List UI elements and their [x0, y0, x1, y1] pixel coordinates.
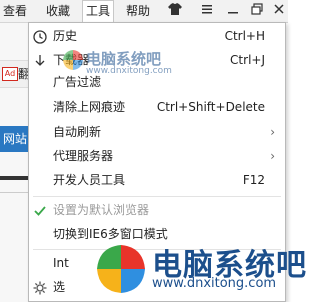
check-icon [33, 203, 47, 217]
clock-icon [33, 29, 47, 44]
menu-item-label: 清除上网痕迹 [53, 100, 126, 114]
menu-view[interactable]: 查看 [0, 0, 30, 22]
shirt-icon[interactable] [164, 2, 186, 20]
watermark-logo [95, 243, 147, 295]
menu-bar: 查看 收藏 工具 帮助 [0, 0, 288, 23]
menu-item-label: 切换到IE6多窗口模式 [53, 227, 168, 241]
gear-icon [33, 280, 47, 295]
menu-help[interactable]: 帮助 [122, 0, 154, 22]
menu-item-label: 自动刷新 [53, 125, 102, 139]
close-icon[interactable] [268, 2, 290, 20]
menu-item-shortcut: F12 [242, 173, 265, 187]
menu-item-label: 选 [53, 280, 66, 294]
menu-item-label: 设置为默认浏览器 [53, 203, 150, 217]
menu-item-shortcut: Ctrl+H [224, 29, 265, 43]
watermark-logo-small [62, 49, 84, 71]
menu-toggle-icon[interactable] [196, 2, 218, 20]
page-divider [0, 192, 30, 193]
chevron-right-icon: › [270, 149, 275, 163]
menu-favorites[interactable]: 收藏 [40, 0, 76, 22]
menu-tools[interactable]: 工具 [82, 0, 114, 22]
menu-item-shortcut: Ctrl+Shift+Delete [156, 100, 265, 114]
menu-item-clear-traces[interactable]: 清除上网痕迹 Ctrl+Shift+Delete [29, 96, 285, 118]
watermark-url: www.dnxitong.com [152, 276, 277, 291]
minimize-icon[interactable] [222, 2, 244, 20]
site-nav-banner[interactable]: 网站 [0, 126, 30, 152]
menu-item-label: 代理服务器 [53, 149, 114, 163]
menu-item-proxy-server[interactable]: 代理服务器 › [29, 145, 285, 167]
menu-item-history[interactable]: 历史 Ctrl+H [29, 25, 285, 47]
restore-icon[interactable] [246, 2, 268, 20]
menu-item-label: 开发人员工具 [53, 173, 126, 187]
menu-item-label: Int [53, 256, 69, 270]
chevron-right-icon: › [270, 125, 275, 139]
menu-separator [33, 196, 281, 197]
menu-item-auto-refresh[interactable]: 自动刷新 › [29, 121, 285, 143]
site-nav-label: 网站 [3, 132, 28, 146]
page-divider-dark [0, 176, 30, 180]
watermark-url-small: www.dnxitong.com [86, 66, 172, 76]
menu-item-label: 历史 [53, 29, 78, 43]
menu-item-shortcut: Ctrl+J [230, 53, 265, 67]
menu-item-developer-tools[interactable]: 开发人员工具 F12 [29, 169, 285, 191]
download-arrow-icon [33, 53, 47, 67]
menu-item-set-default-browser: 设置为默认浏览器 [29, 199, 285, 221]
ad-badge: Ad [2, 67, 18, 81]
